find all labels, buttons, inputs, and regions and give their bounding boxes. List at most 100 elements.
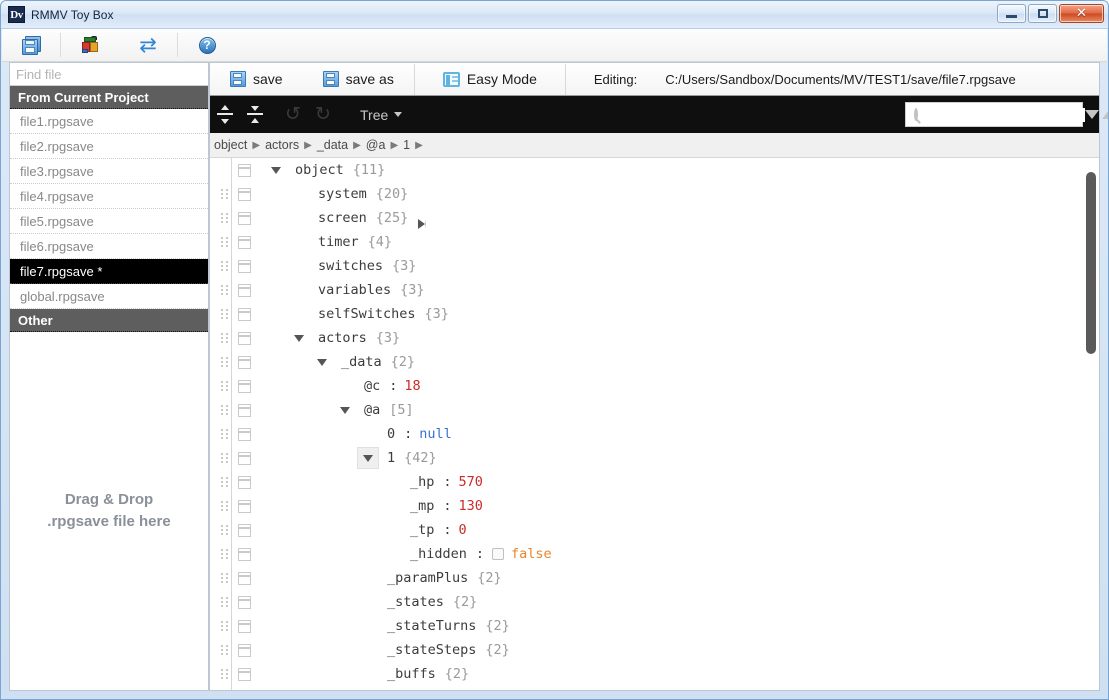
field-type-icon[interactable]: [238, 283, 251, 297]
close-button[interactable]: ✕: [1059, 4, 1104, 23]
tree-key[interactable]: object: [295, 162, 344, 178]
undo-button[interactable]: ↺: [278, 96, 308, 133]
tree-key[interactable]: _tp: [410, 522, 434, 538]
drag-handle-icon[interactable]: [216, 254, 232, 278]
file-item[interactable]: file6.rpgsave: [10, 234, 208, 259]
tree-row[interactable]: _tp:0: [210, 518, 1099, 542]
drag-handle-icon[interactable]: [216, 326, 232, 350]
tree-row[interactable]: screen {25}: [210, 206, 1099, 230]
drop-zone[interactable]: Drag & Drop .rpgsave file here: [10, 332, 208, 690]
tree-key[interactable]: 0: [387, 426, 395, 442]
tree-row[interactable]: variables {3}: [210, 219, 1099, 302]
field-type-icon[interactable]: [238, 235, 251, 249]
tree-search-input[interactable]: [918, 107, 1085, 122]
drag-handle-icon[interactable]: [216, 494, 232, 518]
tree-row[interactable]: _hidden: false: [210, 542, 1099, 566]
field-type-icon[interactable]: [238, 379, 251, 393]
breadcrumb-item[interactable]: _data: [317, 138, 348, 152]
drag-handle-icon[interactable]: [216, 518, 232, 542]
tree-key[interactable]: 1: [387, 450, 395, 466]
tree-row[interactable]: @c:18: [210, 374, 1099, 398]
tree-key[interactable]: variables: [318, 282, 391, 298]
minimize-button[interactable]: [997, 4, 1026, 23]
project-button[interactable]: [61, 29, 119, 62]
expander-toggle[interactable]: [357, 219, 426, 637]
drag-handle-icon[interactable]: [216, 662, 232, 686]
field-type-icon[interactable]: [238, 163, 251, 177]
field-type-icon[interactable]: [238, 475, 251, 489]
tree-key[interactable]: @c: [364, 378, 380, 394]
tree-value[interactable]: 18: [404, 378, 420, 394]
field-type-icon[interactable]: [238, 211, 251, 225]
tree-row[interactable]: _data {2}: [210, 350, 1099, 374]
file-item[interactable]: file3.rpgsave: [10, 159, 208, 184]
field-type-icon[interactable]: [238, 355, 251, 369]
tree-key[interactable]: _data: [341, 354, 382, 370]
field-type-icon[interactable]: [238, 499, 251, 513]
tree-value[interactable]: null: [419, 426, 452, 442]
tree-mode-dropdown[interactable]: Tree: [360, 107, 403, 123]
expander-toggle[interactable]: [265, 159, 287, 181]
tree-row[interactable]: _paramPlus {2}: [210, 219, 1099, 590]
expander-toggle[interactable]: [357, 219, 426, 589]
drag-handle-icon[interactable]: [216, 446, 232, 470]
drag-handle-icon[interactable]: [216, 542, 232, 566]
drag-handle-icon[interactable]: [216, 614, 232, 638]
drag-handle-icon[interactable]: [216, 590, 232, 614]
file-item[interactable]: file5.rpgsave: [10, 209, 208, 234]
field-type-icon[interactable]: [238, 547, 251, 561]
field-type-icon[interactable]: [238, 403, 251, 417]
field-type-icon[interactable]: [238, 307, 251, 321]
tree-key[interactable]: _hidden: [410, 546, 467, 562]
field-type-icon[interactable]: [238, 619, 251, 633]
json-tree[interactable]: object {11} system {20} screen {25} timer {4} sw…: [210, 158, 1099, 690]
tree-key[interactable]: _hp: [410, 474, 434, 490]
drag-handle-icon[interactable]: [216, 374, 232, 398]
drag-handle-icon[interactable]: [216, 230, 232, 254]
tree-row[interactable]: _mp:130: [210, 494, 1099, 518]
tree-key[interactable]: selfSwitches: [318, 306, 416, 322]
save-all-button[interactable]: [2, 29, 60, 62]
expander-toggle[interactable]: [357, 219, 426, 613]
tree-value[interactable]: false: [511, 546, 552, 562]
expander-toggle[interactable]: [288, 219, 426, 325]
expand-all-button[interactable]: [210, 96, 240, 133]
breadcrumb-item[interactable]: @a: [366, 138, 386, 152]
tree-row[interactable]: object {11}: [210, 158, 1099, 182]
tree-key[interactable]: system: [318, 186, 367, 202]
file-item-selected[interactable]: file7.rpgsave *: [10, 259, 208, 284]
tree-key[interactable]: _mp: [410, 498, 434, 514]
tree-row[interactable]: switches {3}: [210, 219, 1099, 278]
easy-mode-button[interactable]: Easy Mode: [415, 63, 565, 96]
breadcrumb-item[interactable]: object: [214, 138, 247, 152]
tree-row[interactable]: _buffs {2}: [210, 219, 1099, 686]
save-as-button[interactable]: save as: [303, 63, 414, 96]
breadcrumb-item[interactable]: 1: [403, 138, 410, 152]
drag-handle-icon[interactable]: [216, 470, 232, 494]
tree-key[interactable]: _states: [387, 594, 444, 610]
maximize-button[interactable]: [1028, 4, 1057, 23]
field-type-icon[interactable]: [238, 259, 251, 273]
field-type-icon[interactable]: [238, 427, 251, 441]
tree-row[interactable]: 1 {42}: [210, 446, 1099, 470]
drag-handle-icon[interactable]: [216, 638, 232, 662]
tree-key[interactable]: _buffs: [387, 666, 436, 682]
tree-row[interactable]: timer {4}: [210, 219, 1099, 254]
expander-toggle[interactable]: [288, 219, 426, 277]
field-type-icon[interactable]: [238, 331, 251, 345]
tree-row[interactable]: actors {3}: [210, 326, 1099, 350]
expander-toggle[interactable]: [288, 219, 426, 253]
drag-handle-icon[interactable]: [216, 278, 232, 302]
tree-scrollbar-thumb[interactable]: [1086, 172, 1096, 354]
help-button[interactable]: ?: [178, 29, 236, 62]
tree-key[interactable]: _paramPlus: [387, 570, 468, 586]
field-type-icon[interactable]: [238, 571, 251, 585]
tree-key[interactable]: switches: [318, 258, 383, 274]
file-item[interactable]: file2.rpgsave: [10, 134, 208, 159]
tree-value[interactable]: 0: [459, 522, 467, 538]
field-type-icon[interactable]: [238, 451, 251, 465]
field-type-icon[interactable]: [238, 667, 251, 681]
expander-toggle[interactable]: [334, 399, 356, 421]
drag-handle-icon[interactable]: [216, 566, 232, 590]
field-type-icon[interactable]: [238, 187, 251, 201]
